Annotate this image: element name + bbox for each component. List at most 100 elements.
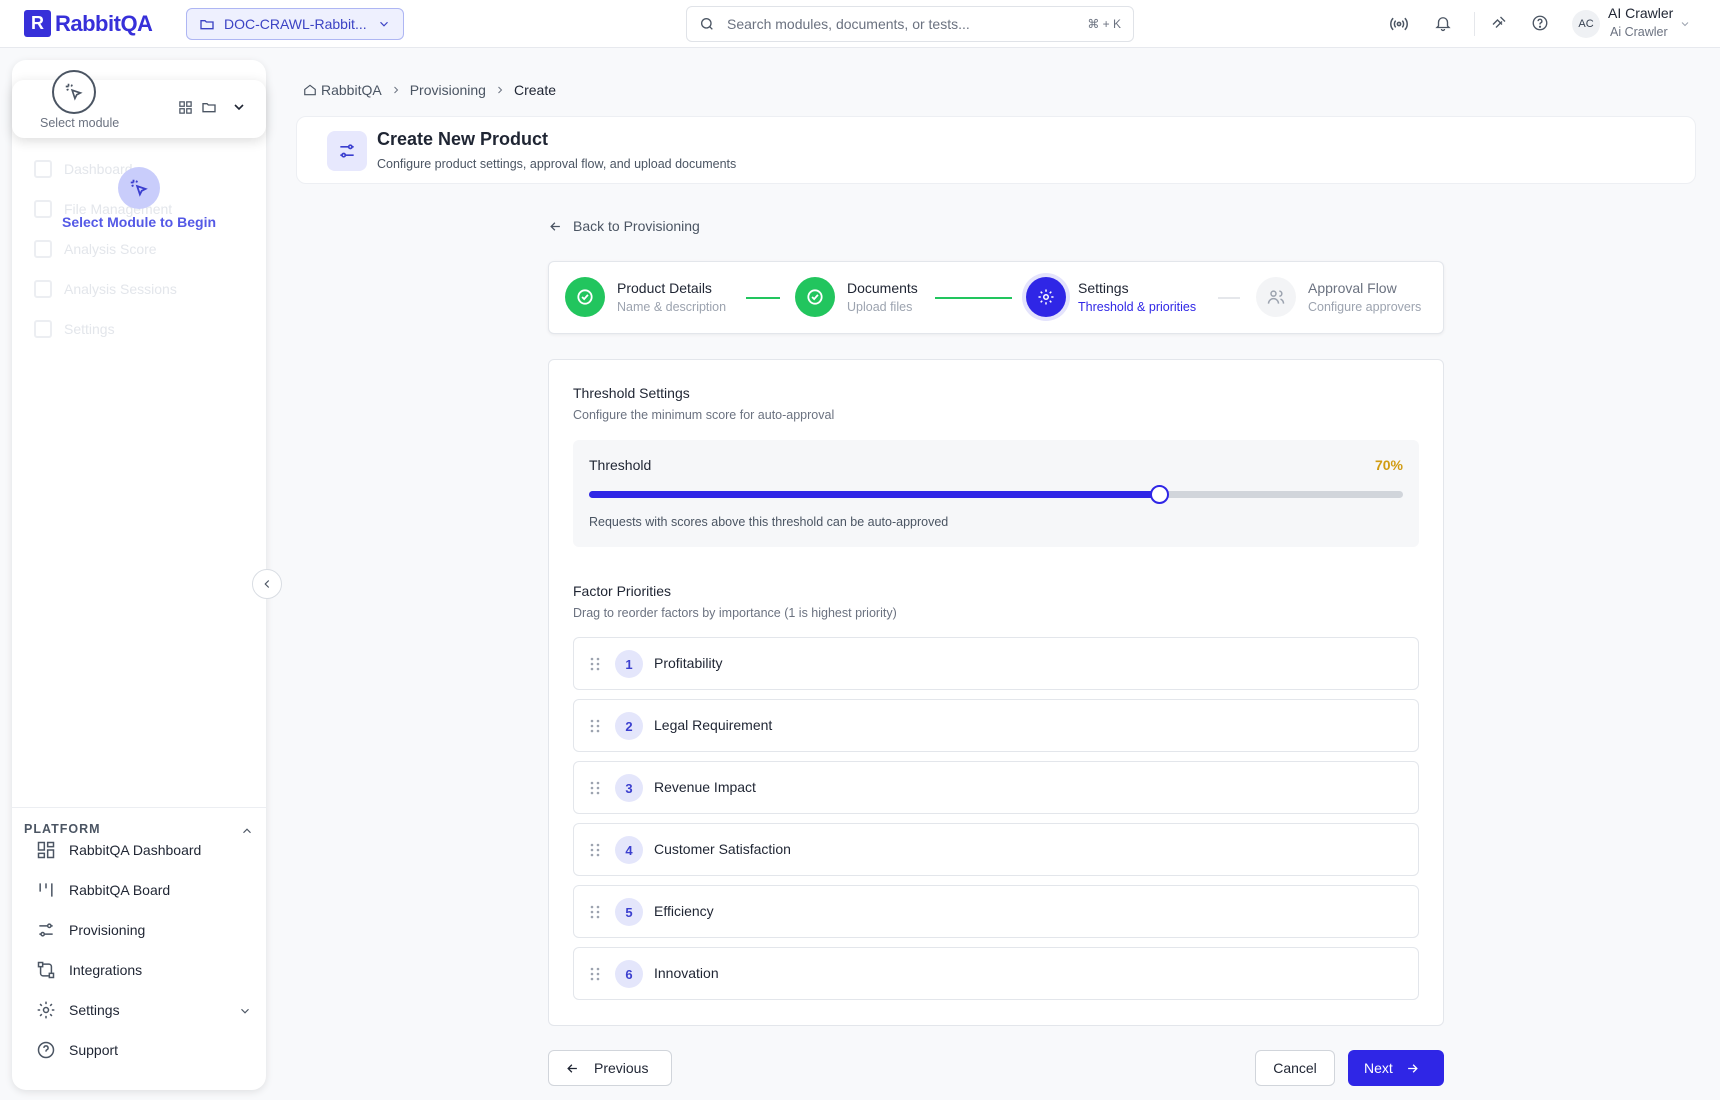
factor-label: Profitability — [654, 655, 723, 671]
platform-section: PLATFORM RabbitQA Dashboard RabbitQA Boa… — [12, 807, 266, 1059]
drag-handle-icon[interactable] — [590, 905, 600, 919]
chevron-up-icon[interactable] — [240, 824, 254, 838]
step-subtitle: Threshold & priorities — [1078, 300, 1197, 314]
step-subtitle: Configure approvers — [1308, 300, 1422, 314]
ghost-nav-item: Settings — [34, 320, 115, 338]
grid-icon[interactable] — [178, 100, 193, 115]
help-icon — [36, 1040, 56, 1060]
factor-label: Efficiency — [654, 903, 714, 919]
chevron-left-icon — [260, 577, 274, 591]
factor-label: Customer Satisfaction — [654, 841, 791, 857]
chevron-right-icon — [390, 84, 402, 96]
integrations-icon — [36, 960, 56, 980]
ghost-nav-item: Dashboard — [34, 160, 133, 178]
threshold-slider[interactable] — [589, 485, 1403, 504]
nav-provisioning[interactable]: Provisioning — [36, 920, 145, 940]
back-link[interactable]: Back to Provisioning — [548, 218, 700, 234]
chevron-right-icon — [494, 84, 506, 96]
avatar[interactable]: AC — [1572, 10, 1600, 38]
select-module-prompt: Select Module to Begin — [62, 214, 217, 230]
nav-integrations[interactable]: Integrations — [36, 960, 142, 980]
nav-settings[interactable]: Settings — [36, 1000, 249, 1020]
factor-rank: 2 — [615, 712, 643, 740]
pointer-icon — [118, 167, 160, 209]
previous-label: Previous — [594, 1060, 649, 1076]
factor-item[interactable]: 2 Legal Requirement — [573, 699, 1419, 752]
nav-label: Settings — [69, 1002, 120, 1018]
drag-handle-icon[interactable] — [590, 657, 600, 671]
threshold-section-title: Threshold Settings — [573, 385, 690, 401]
search-input[interactable]: Search modules, documents, or tests... ⌘… — [686, 6, 1134, 42]
factor-rank: 4 — [615, 836, 643, 864]
factor-item[interactable]: 6 Innovation — [573, 947, 1419, 1000]
drag-handle-icon[interactable] — [590, 781, 600, 795]
nav-label: RabbitQA Board — [69, 882, 171, 898]
step-documents[interactable]: Documents Upload files — [795, 277, 918, 317]
cancel-button[interactable]: Cancel — [1255, 1050, 1335, 1086]
previous-button[interactable]: Previous — [548, 1050, 672, 1086]
next-label: Next — [1364, 1060, 1393, 1076]
next-button[interactable]: Next — [1348, 1050, 1444, 1086]
sidebar-collapse-button[interactable] — [252, 569, 282, 599]
board-icon — [36, 880, 56, 900]
drag-handle-icon[interactable] — [590, 719, 600, 733]
chevron-down-icon — [377, 17, 391, 31]
nav-rabbitqa-board[interactable]: RabbitQA Board — [36, 880, 170, 900]
step-settings[interactable]: Settings Threshold & priorities — [1026, 277, 1196, 317]
header-divider — [1474, 12, 1475, 36]
factor-rank: 3 — [615, 774, 643, 802]
nav-label: Provisioning — [69, 922, 146, 938]
module-selector[interactable]: Select module — [12, 70, 266, 138]
sliders-icon — [327, 131, 367, 171]
step-subtitle: Upload files — [847, 300, 913, 314]
chevron-down-icon[interactable] — [231, 99, 247, 115]
breadcrumb: RabbitQA Provisioning Create — [303, 82, 556, 98]
step-approval-flow[interactable]: Approval Flow Configure approvers — [1256, 277, 1421, 317]
module-select-label: Select module — [40, 116, 120, 130]
slider-thumb[interactable] — [1149, 485, 1169, 504]
threshold-value: 70% — [1374, 457, 1403, 473]
logo-mark: R — [24, 10, 51, 37]
check-circle-icon — [795, 277, 835, 317]
nav-rabbitqa-dashboard[interactable]: RabbitQA Dashboard — [36, 840, 201, 860]
gear-icon — [1026, 277, 1066, 317]
factor-rank: 5 — [615, 898, 643, 926]
threshold-help: Requests with scores above this threshol… — [589, 515, 949, 529]
help-icon[interactable] — [1531, 14, 1549, 32]
nav-support[interactable]: Support — [36, 1040, 118, 1060]
ghost-nav-item: Analysis Sessions — [34, 280, 177, 298]
threshold-panel: Threshold 70% Requests with scores above… — [573, 440, 1419, 547]
logo-text: RabbitQA — [55, 10, 153, 36]
top-bar: R RabbitQA DOC-CRAWL-Rabbit... Search mo… — [0, 0, 1720, 48]
factor-rank: 6 — [615, 960, 643, 988]
chevron-down-icon[interactable] — [1679, 18, 1691, 30]
page-header: Create New Product Configure product set… — [296, 116, 1696, 184]
folder-open-icon[interactable] — [201, 99, 217, 115]
factor-item[interactable]: 5 Efficiency — [573, 885, 1419, 938]
factor-item[interactable]: 3 Revenue Impact — [573, 761, 1419, 814]
arrow-left-icon — [565, 1061, 580, 1076]
breadcrumb-item[interactable]: RabbitQA — [321, 82, 382, 98]
step-connector — [935, 297, 1012, 299]
step-product-details[interactable]: Product Details Name & description — [565, 277, 726, 317]
broadcast-icon[interactable] — [1389, 14, 1409, 34]
factor-item[interactable]: 4 Customer Satisfaction — [573, 823, 1419, 876]
factors-section-title: Factor Priorities — [573, 583, 672, 599]
app-logo[interactable]: R RabbitQA — [24, 10, 153, 37]
factor-item[interactable]: 1 Profitability — [573, 637, 1419, 690]
drag-handle-icon[interactable] — [590, 843, 600, 857]
factor-label: Revenue Impact — [654, 779, 756, 795]
step-title: Settings — [1078, 280, 1129, 296]
bell-icon[interactable] — [1434, 14, 1452, 32]
nav-label: Support — [69, 1042, 119, 1058]
drag-handle-icon[interactable] — [590, 967, 600, 981]
theme-icon[interactable] — [1490, 14, 1508, 32]
folder-icon — [199, 16, 215, 32]
search-placeholder: Search modules, documents, or tests... — [727, 16, 970, 32]
page-subtitle: Configure product settings, approval flo… — [377, 157, 737, 171]
slider-fill — [589, 491, 1159, 498]
breadcrumb-item[interactable]: Provisioning — [410, 82, 486, 98]
user-name: AI Crawler — [1608, 5, 1674, 21]
arrow-right-icon — [1405, 1061, 1420, 1076]
project-selector[interactable]: DOC-CRAWL-Rabbit... — [186, 8, 404, 40]
